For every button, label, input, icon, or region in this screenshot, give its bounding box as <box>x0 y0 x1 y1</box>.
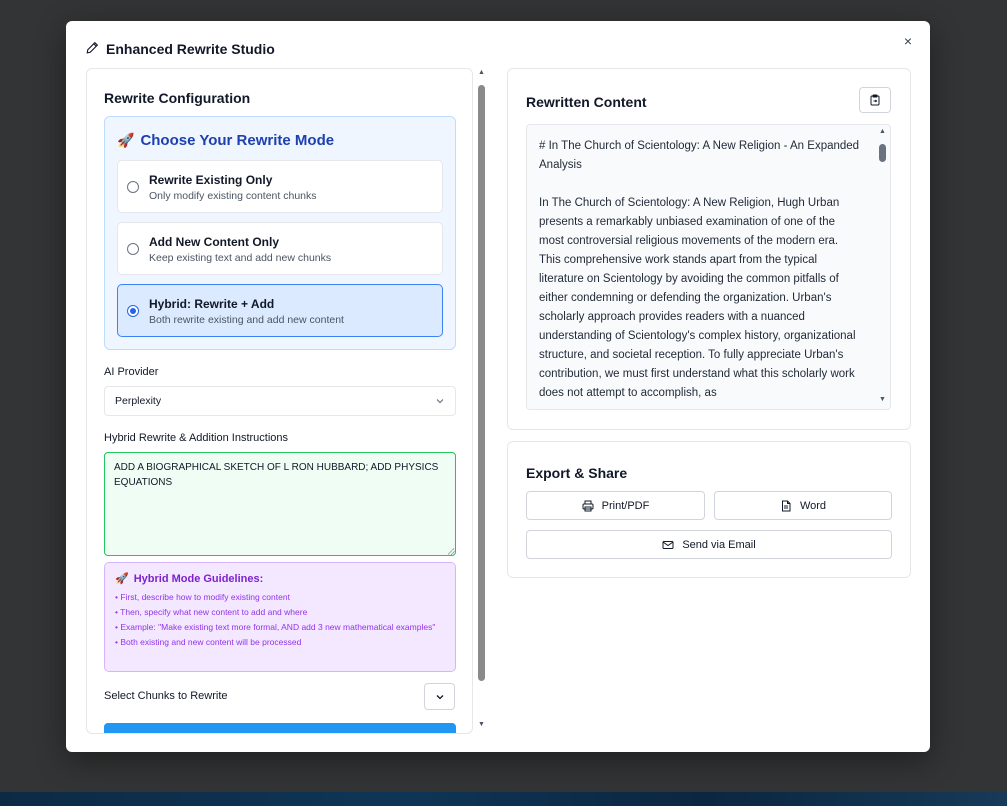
select-chunks-label: Select Chunks to Rewrite <box>104 690 228 702</box>
guidelines-title-text: Hybrid Mode Guidelines: <box>133 572 264 585</box>
instructions-textarea[interactable]: ADD A BIOGRAPHICAL SKETCH OF L RON HUBBA… <box>104 452 456 556</box>
export-share-card: Export & Share Print/PDF Word Send via E… <box>507 441 911 578</box>
guideline-item: • Then, specify what new content to add … <box>115 607 308 617</box>
content-body: In The Church of Scientology: A New Reli… <box>539 197 856 399</box>
mode-option-hybrid[interactable]: Hybrid: Rewrite + Add Both rewrite exist… <box>117 284 443 337</box>
word-label: Word <box>799 499 827 512</box>
mail-icon <box>662 540 674 549</box>
mode-option-desc: Both rewrite existing and add new conten… <box>149 314 344 326</box>
radio-hybrid[interactable] <box>127 305 139 317</box>
rewritten-content-box[interactable]: # In The Church of Scientology: A New Re… <box>526 124 891 410</box>
modal-title: Enhanced Rewrite Studio <box>86 39 275 59</box>
instructions-label: Hybrid Rewrite & Addition Instructions <box>104 432 289 444</box>
content-scrollbar[interactable]: ▲ ▼ <box>878 128 888 406</box>
print-pdf-button[interactable]: Print/PDF <box>526 491 705 520</box>
export-share-title: Export & Share <box>526 465 628 481</box>
mode-option-desc: Only modify existing content chunks <box>149 190 317 202</box>
ai-provider-select[interactable]: Perplexity <box>104 386 456 416</box>
rocket-icon: 🚀 <box>115 573 129 585</box>
ai-provider-value: Perplexity <box>115 395 162 407</box>
radio-add-new[interactable] <box>127 243 139 255</box>
guidelines-list: • First, describe how to modify existing… <box>115 591 445 648</box>
rewrite-configuration-panel: Rewrite Configuration 🚀 Choose Your Rewr… <box>86 68 473 734</box>
document-icon <box>781 500 791 511</box>
mode-option-rewrite-existing[interactable]: Rewrite Existing Only Only modify existi… <box>117 160 443 213</box>
mode-option-label: Rewrite Existing Only <box>149 173 273 187</box>
scroll-down-icon[interactable]: ▼ <box>879 396 886 403</box>
guidelines-title: 🚀 Hybrid Mode Guidelines: <box>115 572 445 586</box>
scroll-down-icon[interactable]: ▼ <box>478 721 485 728</box>
rewritten-content-card: Rewritten Content # In The Church of Sci… <box>507 68 911 430</box>
close-icon: × <box>903 33 913 49</box>
send-email-button[interactable]: Send via Email <box>526 530 892 559</box>
copy-button[interactable] <box>859 87 891 113</box>
content-heading: # In The Church of Scientology: A New Re… <box>539 140 860 171</box>
start-rewrite-button[interactable] <box>104 723 456 733</box>
mode-option-label: Hybrid: Rewrite + Add <box>149 297 275 311</box>
hybrid-guidelines-box: 🚀 Hybrid Mode Guidelines: • First, descr… <box>104 562 456 672</box>
ai-provider-label: AI Provider <box>104 366 159 378</box>
rocket-icon: 🚀 <box>117 132 135 148</box>
send-email-label: Send via Email <box>682 538 756 551</box>
background-app <box>90 0 210 4</box>
rewrite-mode-box: 🚀 Choose Your Rewrite Mode Rewrite Exist… <box>104 116 456 350</box>
clipboard-icon <box>870 94 880 106</box>
chevron-down-icon <box>436 694 443 699</box>
mode-header: 🚀 Choose Your Rewrite Mode <box>117 132 334 149</box>
mode-header-text: Choose Your Rewrite Mode <box>140 132 335 149</box>
select-chunks-toggle[interactable] <box>424 683 455 710</box>
scroll-up-icon[interactable]: ▲ <box>478 69 485 76</box>
printer-icon <box>582 500 594 511</box>
left-panel-scrollbar[interactable]: ▲ ▼ <box>476 69 488 732</box>
modal-title-text: Enhanced Rewrite Studio <box>106 41 275 57</box>
taskbar <box>0 792 1007 806</box>
resize-handle[interactable] <box>448 548 455 555</box>
scroll-up-icon[interactable]: ▲ <box>879 128 886 135</box>
rewrite-studio-modal: Enhanced Rewrite Studio × Rewrite Config… <box>66 21 930 752</box>
scrollbar-thumb[interactable] <box>478 85 485 681</box>
config-title: Rewrite Configuration <box>104 90 251 106</box>
mode-option-desc: Keep existing text and add new chunks <box>149 252 332 264</box>
close-button[interactable]: × <box>900 33 916 49</box>
word-button[interactable]: Word <box>714 491 892 520</box>
guideline-item: • Both existing and new content will be … <box>115 637 302 647</box>
radio-rewrite-existing[interactable] <box>127 181 139 193</box>
rewritten-content-title: Rewritten Content <box>526 94 647 110</box>
print-pdf-label: Print/PDF <box>601 499 650 512</box>
mode-option-label: Add New Content Only <box>149 235 279 249</box>
guideline-item: • First, describe how to modify existing… <box>115 592 290 602</box>
scrollbar-thumb[interactable] <box>879 144 886 162</box>
chevron-down-icon <box>436 399 444 404</box>
pencil-icon <box>86 41 99 57</box>
mode-option-add-new[interactable]: Add New Content Only Keep existing text … <box>117 222 443 275</box>
guideline-item: • Example: "Make existing text more form… <box>115 622 436 632</box>
